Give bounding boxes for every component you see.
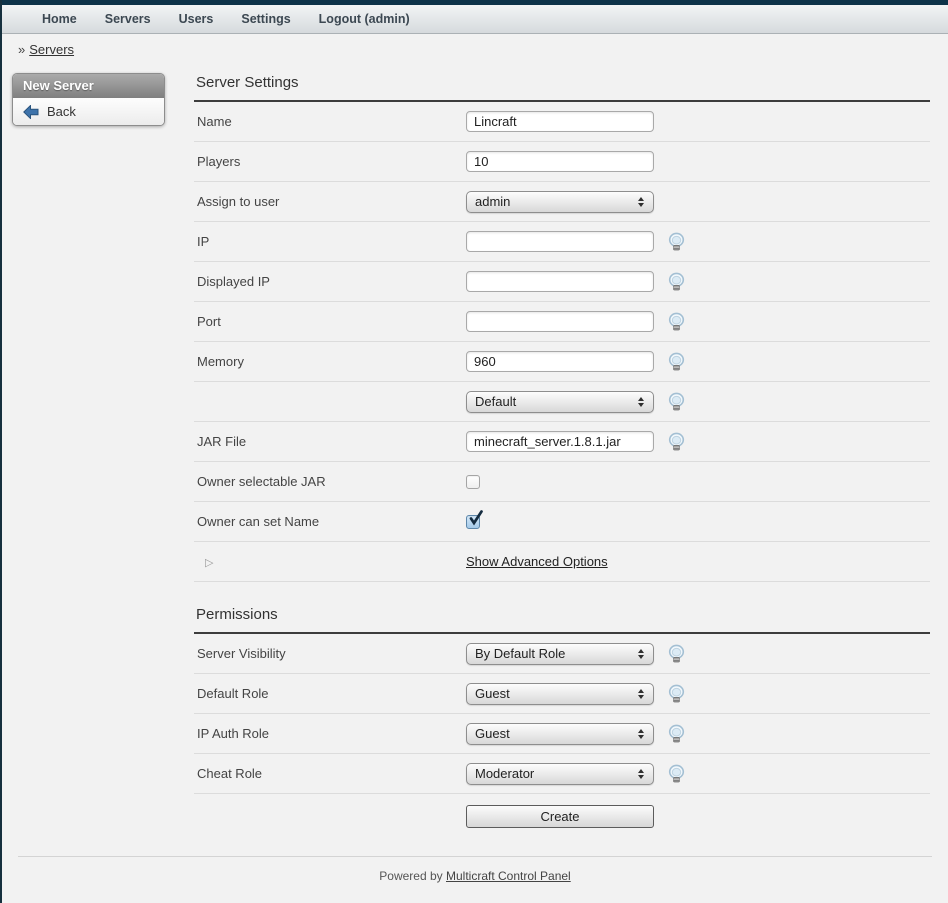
players-input[interactable] (466, 151, 654, 172)
ip-auth-role-select[interactable]: Guest (466, 723, 654, 745)
default-role-select[interactable]: Guest (466, 683, 654, 705)
row-players: Players (194, 142, 930, 182)
row-port: Port (194, 302, 930, 342)
disclosure-triangle-icon[interactable]: ▷ (197, 557, 213, 569)
port-hint-lightbulb-icon[interactable] (668, 312, 685, 332)
displayed-ip-hint-lightbulb-icon[interactable] (668, 272, 685, 292)
owner-can-set-name-label: Owner can set Name (194, 514, 466, 529)
select-stepper-icon (638, 769, 645, 779)
nav-servers[interactable]: Servers (91, 12, 165, 26)
ip-hint-lightbulb-icon[interactable] (668, 232, 685, 252)
nav-logout[interactable]: Logout (admin) (305, 12, 424, 26)
section-title-permissions: Permissions (194, 582, 930, 634)
select-stepper-icon (638, 197, 645, 207)
back-label: Back (47, 104, 76, 119)
show-advanced-options-link[interactable]: Show Advanced Options (466, 554, 608, 569)
memory-preset-select[interactable]: Default (466, 391, 654, 413)
owner-can-set-name-checkbox[interactable] (466, 515, 480, 529)
server-visibility-label: Server Visibility (194, 646, 466, 661)
name-input[interactable] (466, 111, 654, 132)
row-name: Name (194, 102, 930, 142)
sidebar-panel: New Server Back (12, 73, 165, 126)
footer: Powered by Multicraft Control Panel (18, 856, 932, 899)
row-displayed-ip: Displayed IP (194, 262, 930, 302)
select-stepper-icon (638, 729, 645, 739)
nav-home[interactable]: Home (28, 12, 91, 26)
cheat-role-label: Cheat Role (194, 766, 466, 781)
row-advanced-options: ▷ Show Advanced Options (194, 542, 930, 582)
assign-to-user-select[interactable]: admin (466, 191, 654, 213)
default-role-value: Guest (475, 686, 510, 701)
default-role-label: Default Role (194, 686, 466, 701)
owner-selectable-jar-label: Owner selectable JAR (194, 474, 466, 489)
jar-file-label: JAR File (194, 434, 466, 449)
sidebar-title: New Server (13, 74, 164, 98)
assign-to-user-label: Assign to user (194, 194, 466, 209)
default-role-hint-lightbulb-icon[interactable] (668, 684, 685, 704)
jar-file-input[interactable] (466, 431, 654, 452)
row-ip-auth-role: IP Auth Role Guest (194, 714, 930, 754)
row-ip: IP (194, 222, 930, 262)
port-input[interactable] (466, 311, 654, 332)
assign-to-user-value: admin (475, 194, 510, 209)
server-visibility-value: By Default Role (475, 646, 565, 661)
row-owner-selectable-jar: Owner selectable JAR (194, 462, 930, 502)
row-cheat-role: Cheat Role Moderator (194, 754, 930, 794)
memory-preset-value: Default (475, 394, 516, 409)
owner-selectable-jar-checkbox[interactable] (466, 475, 480, 489)
memory-hint-lightbulb-icon[interactable] (668, 352, 685, 372)
server-visibility-select[interactable]: By Default Role (466, 643, 654, 665)
select-stepper-icon (638, 397, 645, 407)
displayed-ip-label: Displayed IP (194, 274, 466, 289)
row-default-role: Default Role Guest (194, 674, 930, 714)
ip-auth-role-value: Guest (475, 726, 510, 741)
row-memory-preset: Default (194, 382, 930, 422)
nav-users[interactable]: Users (165, 12, 228, 26)
row-memory: Memory (194, 342, 930, 382)
row-owner-can-set-name: Owner can set Name (194, 502, 930, 542)
row-server-visibility: Server Visibility By Default Role (194, 634, 930, 674)
back-arrow-icon (23, 105, 39, 119)
create-button[interactable]: Create (466, 805, 654, 828)
main-navbar: Home Servers Users Settings Logout (admi… (2, 5, 948, 34)
multicraft-link[interactable]: Multicraft Control Panel (446, 869, 571, 883)
displayed-ip-input[interactable] (466, 271, 654, 292)
server-visibility-hint-lightbulb-icon[interactable] (668, 644, 685, 664)
powered-by-text: Powered by (379, 869, 442, 883)
players-label: Players (194, 154, 466, 169)
ip-auth-role-label: IP Auth Role (194, 726, 466, 741)
breadcrumb-servers-link[interactable]: Servers (29, 42, 74, 57)
memory-label: Memory (194, 354, 466, 369)
row-create: Create (194, 794, 930, 838)
back-button[interactable]: Back (13, 98, 164, 125)
select-stepper-icon (638, 649, 645, 659)
ip-label: IP (194, 234, 466, 249)
breadcrumb: » Servers (2, 34, 948, 63)
ip-auth-role-hint-lightbulb-icon[interactable] (668, 724, 685, 744)
row-jar-file: JAR File (194, 422, 930, 462)
cheat-role-value: Moderator (475, 766, 534, 781)
jar-file-hint-lightbulb-icon[interactable] (668, 432, 685, 452)
memory-preset-hint-lightbulb-icon[interactable] (668, 392, 685, 412)
row-assign-to-user: Assign to user admin (194, 182, 930, 222)
nav-settings[interactable]: Settings (227, 12, 304, 26)
port-label: Port (194, 314, 466, 329)
memory-input[interactable] (466, 351, 654, 372)
name-label: Name (194, 114, 466, 129)
ip-input[interactable] (466, 231, 654, 252)
section-title-server-settings: Server Settings (194, 63, 930, 102)
cheat-role-select[interactable]: Moderator (466, 763, 654, 785)
cheat-role-hint-lightbulb-icon[interactable] (668, 764, 685, 784)
select-stepper-icon (638, 689, 645, 699)
breadcrumb-marker: » (18, 42, 25, 57)
